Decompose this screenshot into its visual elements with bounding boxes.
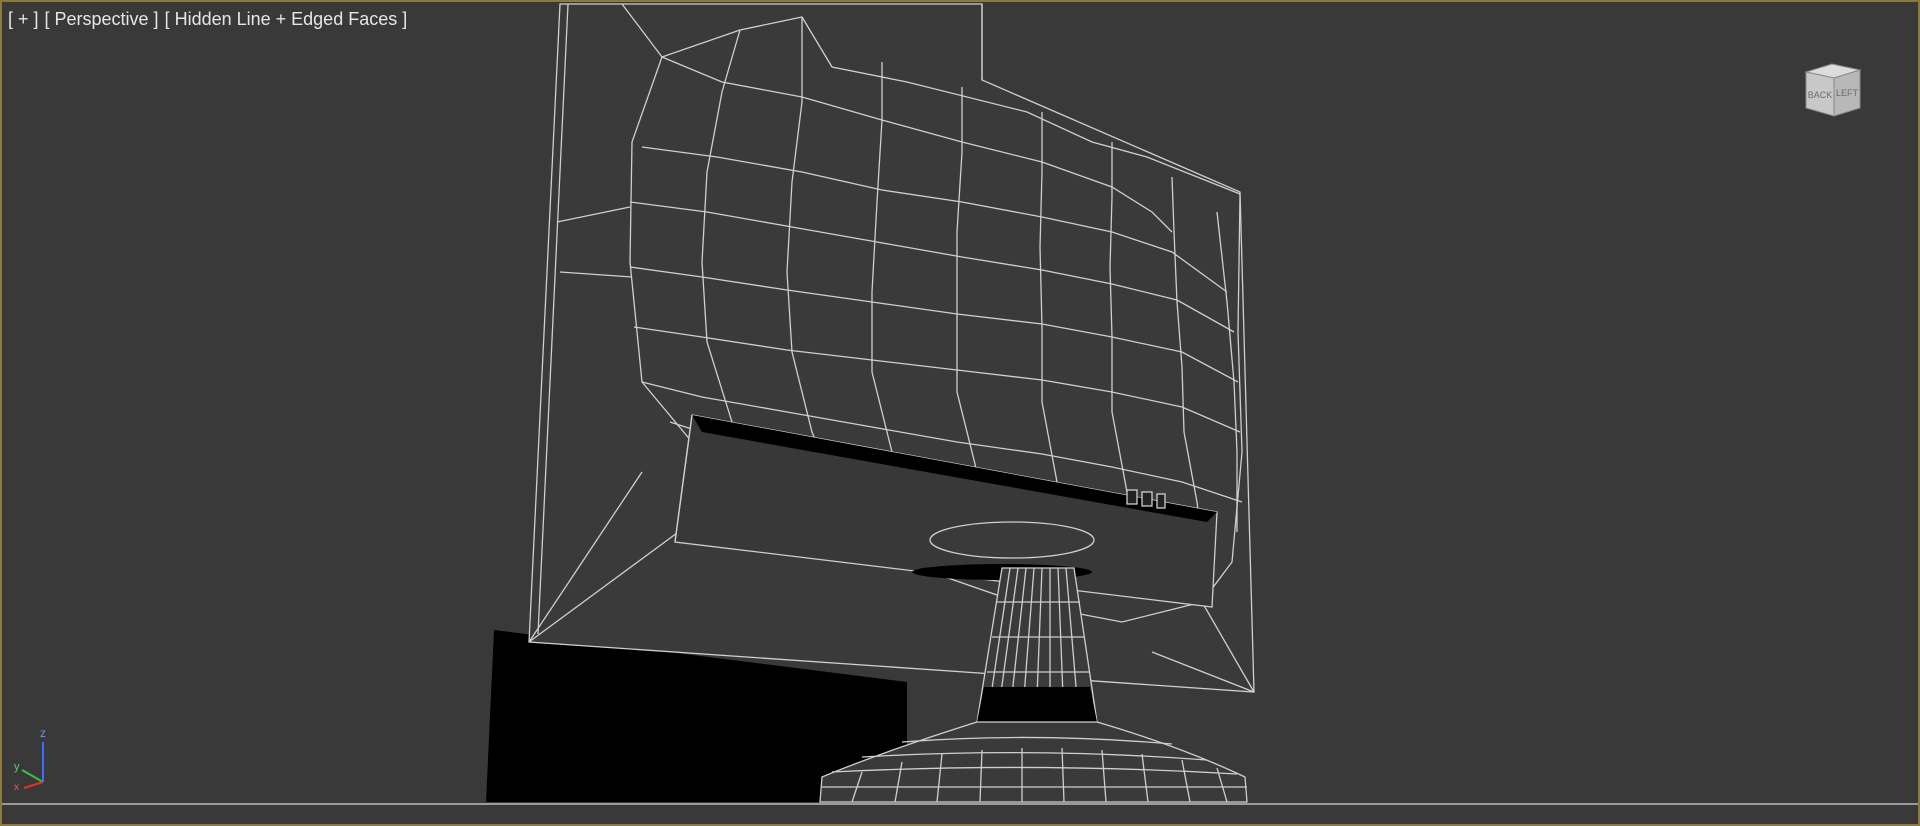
viewcube-back-label: BACK xyxy=(1808,90,1833,100)
monitor-wireframe-scene[interactable] xyxy=(2,2,1918,824)
viewport-view-menu[interactable]: [ Perspective ] xyxy=(45,9,159,29)
viewport-bottom-divider xyxy=(2,803,1918,805)
viewport-label[interactable]: [ + ] [ Perspective ] [ Hidden Line + Edge… xyxy=(8,9,407,30)
hinge-disc xyxy=(929,521,1095,559)
axis-tripod-icon: z y x xyxy=(14,726,46,792)
viewcube-icon[interactable]: BACK LEFT xyxy=(1798,62,1866,118)
viewport-menu-plus[interactable]: [ + ] xyxy=(8,9,39,29)
axis-y-label: y xyxy=(14,761,20,773)
viewcube-left-label: LEFT xyxy=(1836,88,1859,98)
axis-x-label: x xyxy=(14,782,19,792)
perspective-viewport[interactable]: [ + ] [ Perspective ] [ Hidden Line + Edge… xyxy=(0,0,1920,826)
viewport-shading-menu[interactable]: [ Hidden Line + Edged Faces ] xyxy=(165,9,408,29)
axis-z-label: z xyxy=(40,726,46,740)
